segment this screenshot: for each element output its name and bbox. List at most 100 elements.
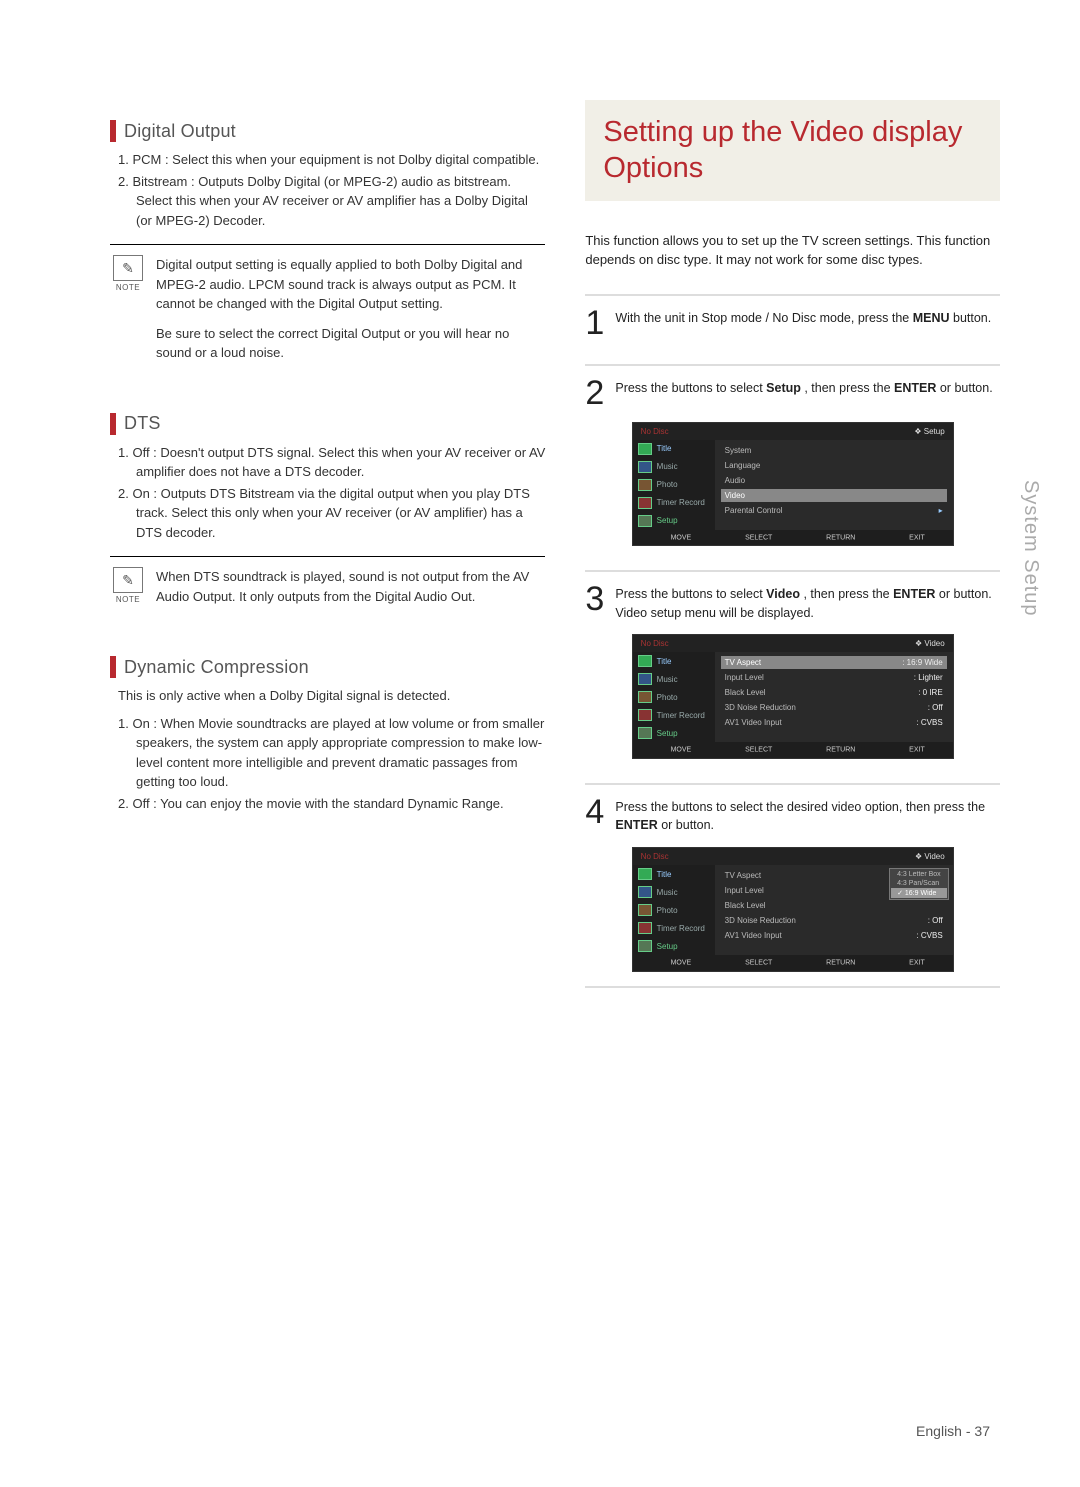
osd-opt-blacklevel: Black Level: [721, 899, 947, 912]
section-dynamic-compression: Dynamic Compression: [110, 656, 545, 678]
osd-item-title: Title: [657, 870, 672, 879]
text: button.: [954, 587, 992, 601]
divider: [585, 364, 1000, 366]
text: or: [936, 381, 954, 395]
osd-dd-panscan: 4:3 Pan/Scan: [891, 879, 947, 888]
step-2: 2 Press the buttons to select Setup , th…: [585, 376, 1000, 410]
osd-dd-wide: 16:9 Wide: [891, 888, 947, 898]
text: or: [658, 818, 676, 832]
text: Press the: [615, 800, 671, 814]
list-item: 2. On : Outputs DTS Bitstream via the di…: [136, 484, 545, 543]
step-text: Press the buttons to select Video , then…: [615, 582, 1000, 623]
list-item: 2. Off : You can enjoy the movie with th…: [136, 794, 545, 814]
step-text: With the unit in Stop mode / No Disc mod…: [615, 306, 1000, 328]
osd-foot-return: RETURN: [816, 959, 855, 966]
digital-output-list: 1. PCM : Select this when your equipment…: [110, 150, 545, 230]
osd-opt-video: Video: [721, 489, 947, 502]
osd-opt-audio: Audio: [721, 474, 947, 487]
osd-dropdown: 4:3 Letter Box 4:3 Pan/Scan 16:9 Wide: [889, 868, 949, 900]
osd-foot-select: SELECT: [735, 534, 772, 541]
dts-list: 1. Off : Doesn't output DTS signal. Sele…: [110, 443, 545, 543]
osd-header: No Disc ❖ Setup: [633, 423, 953, 440]
text: or: [935, 587, 953, 601]
osd-foot-move: MOVE: [661, 959, 692, 966]
list-item: 1. On : When Movie soundtracks are playe…: [136, 714, 545, 792]
osd-dd-letterbox: 4:3 Letter Box: [891, 870, 947, 879]
osd-item-photo: Photo: [657, 480, 678, 489]
menu-name: Setup: [766, 381, 801, 395]
note-icon-stack: ✎ NOTE: [110, 567, 146, 606]
osd-item-music: Music: [657, 675, 678, 684]
note-block: ✎ NOTE When DTS soundtrack is played, so…: [110, 556, 545, 606]
osd-item-setup: Setup: [657, 942, 678, 951]
step-number: 4: [585, 795, 607, 829]
section-title: DTS: [124, 413, 161, 434]
osd-video-dropdown-screenshot: No Disc❖ Video Title Music Photo Timer R…: [632, 847, 954, 971]
text: buttons to select the desired video opti…: [672, 800, 985, 814]
step-number: 3: [585, 582, 607, 616]
step-text: Press the buttons to select Setup , then…: [615, 376, 1000, 398]
footer-page: 37: [974, 1423, 990, 1439]
note-icon: ✎: [113, 255, 143, 281]
text: buttons to select: [672, 587, 767, 601]
osd-foot-return: RETURN: [816, 534, 855, 541]
osd-setup-screenshot: No Disc ❖ Setup Title Music Photo Timer …: [632, 422, 954, 546]
osd-opt-language: Language: [721, 459, 947, 472]
text: Press the: [615, 587, 671, 601]
note-icon: ✎: [113, 567, 143, 593]
osd-footer: MOVE SELECT RETURN EXIT: [633, 530, 953, 545]
section-title: Dynamic Compression: [124, 657, 309, 678]
list-item: 1. PCM : Select this when your equipment…: [136, 150, 545, 170]
osd-hdr-title: Video: [924, 852, 944, 861]
osd-item-photo: Photo: [657, 693, 678, 702]
osd-item-title: Title: [657, 444, 672, 453]
list-item: 2. Bitstream : Outputs Dolby Digital (or…: [136, 172, 545, 231]
osd-opt-av1: AV1 Video Input: CVBS: [721, 716, 947, 729]
osd-hdr-title: Video: [924, 639, 944, 648]
osd-item-title: Title: [657, 657, 672, 666]
divider: [585, 570, 1000, 572]
text: Video setup menu will be displayed.: [615, 606, 814, 620]
osd-hdr-title: Setup: [924, 427, 945, 436]
osd-nodisc: No Disc: [641, 427, 669, 436]
section-accent-bar: [110, 120, 116, 142]
osd-item-setup: Setup: [657, 516, 678, 525]
right-column: Setting up the Video display Options Thi…: [585, 100, 1000, 988]
osd-opt-system: System: [721, 444, 947, 457]
osd-opt-tvaspect: TV Aspect: 16:9 Wide: [721, 656, 947, 669]
dynamic-intro: This is only active when a Dolby Digital…: [110, 686, 545, 706]
text: button.: [954, 381, 992, 395]
osd-nodisc: No Disc: [641, 852, 669, 861]
osd-item-photo: Photo: [657, 906, 678, 915]
note-text: Digital output setting is equally applie…: [156, 255, 545, 363]
page-footer: English - 37: [916, 1423, 990, 1439]
section-title: Digital Output: [124, 121, 236, 142]
osd-opt-av1: AV1 Video Input: CVBS: [721, 929, 947, 942]
divider: [585, 294, 1000, 296]
osd-opt-tvaspect: TV Aspect 4:3 Letter Box 4:3 Pan/Scan 16…: [721, 869, 947, 882]
text: buttons to select: [672, 381, 767, 395]
osd-item-music: Music: [657, 462, 678, 471]
note-block: ✎ NOTE Digital output setting is equally…: [110, 244, 545, 363]
osd-nodisc: No Disc: [641, 639, 669, 648]
osd-item-music: Music: [657, 888, 678, 897]
note-icon-stack: ✎ NOTE: [110, 255, 146, 363]
osd-opt-3dnr: 3D Noise Reduction: Off: [721, 701, 947, 714]
osd-foot-exit: EXIT: [899, 746, 925, 753]
step-4: 4 Press the buttons to select the desire…: [585, 795, 1000, 836]
step-number: 1: [585, 306, 607, 340]
osd-foot-select: SELECT: [735, 746, 772, 753]
osd-foot-move: MOVE: [661, 746, 692, 753]
osd-foot-exit: EXIT: [899, 959, 925, 966]
section-digital-output: Digital Output: [110, 120, 545, 142]
divider: [585, 783, 1000, 785]
step-1: 1 With the unit in Stop mode / No Disc m…: [585, 306, 1000, 340]
note-label: NOTE: [116, 595, 140, 604]
footer-language: English: [916, 1423, 962, 1439]
note-label: NOTE: [116, 283, 140, 292]
text: button.: [676, 818, 714, 832]
note-text: When DTS soundtrack is played, sound is …: [156, 567, 545, 606]
osd-opt-inputlevel: Input Level: Lighter: [721, 671, 947, 684]
section-dts: DTS: [110, 413, 545, 435]
osd-foot-exit: EXIT: [899, 534, 925, 541]
